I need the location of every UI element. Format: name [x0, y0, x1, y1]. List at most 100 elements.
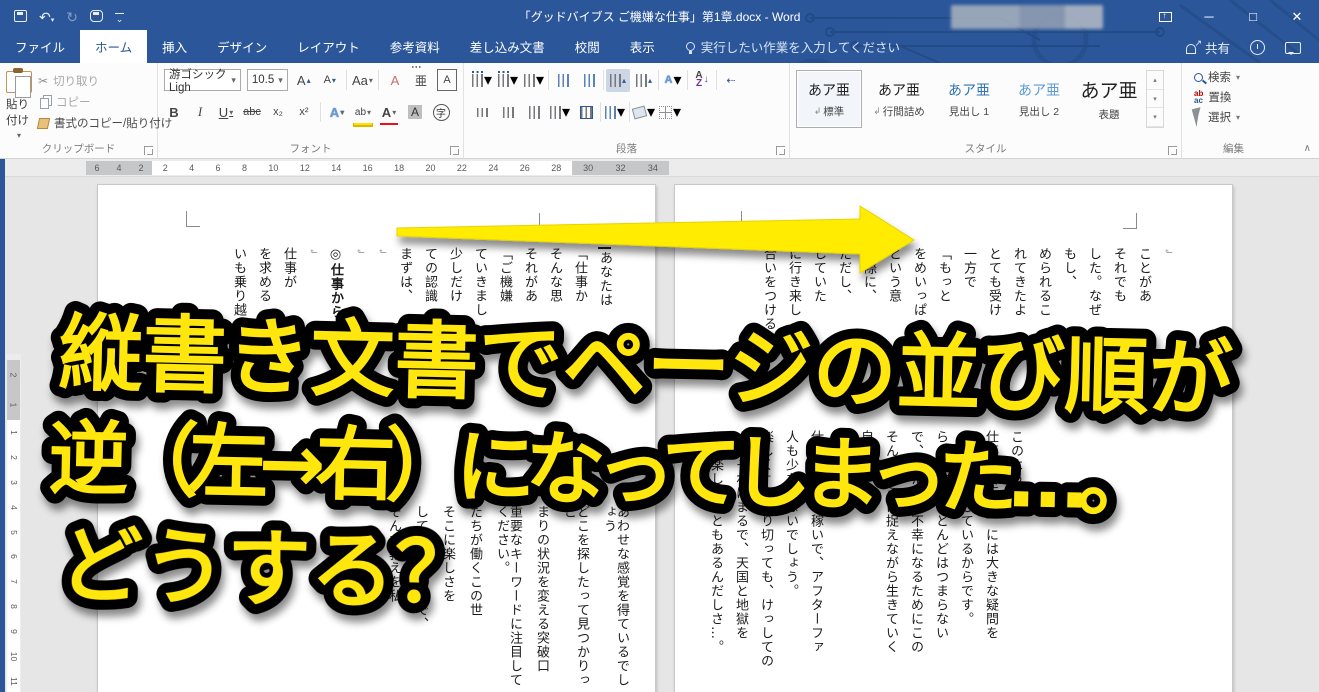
lightbulb-icon — [685, 42, 695, 54]
borders-button[interactable]: ▾ — [658, 101, 682, 124]
justify-button[interactable]: ▾ — [548, 101, 572, 124]
tabs-after: 挿入 デザイン レイアウト 参考資料 差し込み文書 校閲 表示 — [147, 30, 670, 63]
tell-me-box[interactable]: 実行したい作業を入力してください — [685, 37, 901, 63]
shrink-font-button[interactable]: A ▾ — [320, 69, 340, 91]
maximize-button[interactable]: □ — [1231, 0, 1275, 33]
font-color-button[interactable]: A ▾ — [379, 101, 399, 123]
replace-icon: ab ac — [1194, 88, 1204, 105]
page-right[interactable]: ↲ ことがあ それでも した。なぜ もし、 められるこ れてきたよ とても受け 一方で 「もっとを… — [674, 184, 1233, 692]
style-no-spacing[interactable]: あア亜 ↲ 行間詰め — [866, 70, 932, 128]
phonetic-guide-button[interactable]: 亜 — [411, 66, 431, 91]
paragraph-group-label: 段落 — [616, 143, 637, 155]
highlight-button[interactable]: ab ▾ — [353, 101, 373, 123]
tab-home[interactable]: ホーム — [80, 30, 148, 63]
change-case-button[interactable]: Aa ▾ — [352, 69, 373, 91]
numbering-button[interactable]: ▾ — [496, 69, 520, 92]
decrease-indent-button[interactable] — [551, 69, 575, 92]
align-distribute-button[interactable]: ▴ — [632, 69, 656, 92]
account-name-blurred — [951, 4, 1103, 29]
select-button[interactable]: 選択 ▾ — [1191, 107, 1279, 127]
ribbon-tab[interactable]: 表示 — [615, 30, 670, 63]
character-border-button[interactable]: A — [437, 69, 458, 91]
word-window: ↶▾ ↻ ⌄ 「グッドバイブス ご機嫌な仕事」第1章.docx - Word ─… — [0, 0, 1319, 692]
paragraph-dialog-launcher[interactable] — [776, 146, 785, 155]
shading-button[interactable]: ▾ — [631, 101, 656, 124]
distribute-selected-button[interactable]: ▴ — [606, 68, 630, 92]
minimize-button[interactable]: ─ — [1187, 0, 1231, 33]
cut-button[interactable]: ✂ 切り取り — [38, 73, 172, 89]
style-heading2[interactable]: あア亜 見出し 2 — [1006, 70, 1072, 128]
increase-indent-button[interactable] — [577, 69, 601, 92]
crop-mark-icon — [1123, 213, 1137, 229]
format-painter-button[interactable]: 書式のコピー/貼り付け — [36, 115, 172, 131]
align-left-button[interactable] — [470, 101, 494, 124]
clear-formatting-button[interactable]: A — [385, 69, 405, 91]
ribbon-tab[interactable]: 差し込み文書 — [455, 30, 560, 63]
share-button[interactable]: 共有 — [1185, 38, 1230, 57]
ribbon-tab[interactable]: デザイン — [202, 30, 282, 63]
tab-file[interactable]: ファイル — [0, 30, 80, 63]
ribbon-tab[interactable]: 挿入 — [147, 30, 202, 63]
copy-button[interactable]: コピー — [38, 94, 172, 110]
horizontal-ruler[interactable]: 642 2 4 6 8 10 12 14 16 18 20 22 24 26 28 30 32 34 — [0, 159, 1319, 177]
document-area[interactable]: 21 123456789101112131415161718 あなたは「仕事かそ… — [0, 177, 1319, 692]
styles-gallery-scroll[interactable]: ▴ ▾ ▾ — [1146, 70, 1164, 128]
find-button[interactable]: 検索 ▾ — [1194, 67, 1279, 87]
select-cursor-icon — [1191, 107, 1206, 127]
ribbon-tab[interactable]: レイアウト — [282, 30, 375, 63]
sort-button[interactable]: A Z ↓ — [690, 69, 714, 92]
paste-dropdown-icon[interactable]: ▾ — [17, 131, 21, 140]
share-icon — [1185, 38, 1202, 54]
ribbon-display-options-button[interactable] — [1143, 0, 1187, 33]
redo-icon[interactable]: ↻ — [66, 10, 78, 24]
align-right-button[interactable] — [522, 101, 546, 124]
pointer-mode-icon[interactable] — [89, 9, 103, 24]
clipboard-dialog-launcher[interactable] — [144, 146, 153, 155]
title-bar: ↶▾ ↻ ⌄ 「グッドバイブス ご機嫌な仕事」第1章.docx - Word ─… — [0, 0, 1319, 33]
styles-dialog-launcher[interactable] — [1168, 146, 1177, 155]
subscript-button[interactable]: x₂ — [268, 101, 288, 123]
styles-scroll-down-icon: ▾ — [1147, 90, 1163, 109]
superscript-button[interactable]: x² — [294, 101, 314, 123]
text-effects-button[interactable]: A ▾ — [327, 101, 347, 123]
formatting-marks-button[interactable]: ⇠ — [719, 69, 743, 92]
font-family-select[interactable]: 游ゴシック Ligh ▾ — [164, 69, 241, 94]
align-center-button[interactable] — [496, 101, 520, 124]
grid-lines-button[interactable] — [574, 101, 598, 124]
ribbon-tab[interactable]: 校閲 — [560, 30, 615, 63]
grow-font-button[interactable]: A ▴ — [294, 69, 314, 91]
style-heading1[interactable]: あア亜 見出し 1 — [936, 70, 1002, 128]
replace-button[interactable]: ab ac 置換 — [1194, 87, 1279, 107]
line-spacing-button[interactable]: ▾ — [603, 101, 627, 124]
multilevel-list-button[interactable]: ▾ — [522, 69, 546, 92]
vertical-ruler[interactable]: 21 123456789101112131415161718 — [6, 354, 21, 692]
character-scaling-button[interactable]: A ▾ — [661, 69, 685, 92]
save-icon[interactable] — [14, 9, 27, 24]
tell-me-placeholder: 実行したい作業を入力してください — [700, 41, 901, 55]
bullets-button[interactable]: ▾ — [470, 69, 494, 92]
ribbon-tab[interactable]: 参考資料 — [375, 30, 455, 63]
font-dialog-launcher[interactable] — [450, 146, 459, 155]
customize-quick-access-icon[interactable]: ⌄ — [114, 10, 124, 24]
close-button[interactable]: ✕ — [1275, 0, 1319, 33]
search-icon — [1194, 72, 1203, 82]
styles-scroll-up-icon: ▴ — [1147, 71, 1163, 90]
collapse-ribbon-icon[interactable]: ∧ — [1304, 143, 1311, 154]
underline-button[interactable]: U ▾ — [216, 101, 236, 123]
bold-button[interactable]: B — [164, 101, 184, 123]
paste-button[interactable]: 貼り付け ▾ — [6, 67, 32, 140]
page-left[interactable]: あなたは 「仕事か そんな思 それがあ 「ご機嫌 ていきまし 少しだけ ての認識 まずは、 ↲ ↲ ◎… — [97, 184, 656, 692]
style-title[interactable]: あア亜 表題 — [1076, 70, 1142, 128]
comment-icon[interactable] — [1285, 41, 1301, 55]
font-size-select[interactable]: 10.5 ▾ — [246, 69, 288, 91]
character-shading-button[interactable]: A — [405, 101, 425, 123]
paragraph-group: ▾ ▾ ▾ ▴ ▴ A ▾ A Z ↓ ⇠ ▾ ▾ ▾ ▾ 段落 — [464, 63, 790, 158]
style-normal[interactable]: あア亜 ↲ 標準 — [796, 70, 862, 128]
italic-button[interactable]: I — [190, 101, 210, 123]
title-bar-right: ─ □ ✕ — [951, 0, 1319, 33]
strikethrough-button[interactable]: abc — [242, 101, 262, 123]
enclose-characters-button[interactable]: 字 — [431, 101, 451, 123]
history-icon[interactable] — [1250, 40, 1265, 55]
editing-group-label: 編集 — [1223, 143, 1244, 155]
undo-icon[interactable]: ↶▾ — [39, 10, 54, 24]
